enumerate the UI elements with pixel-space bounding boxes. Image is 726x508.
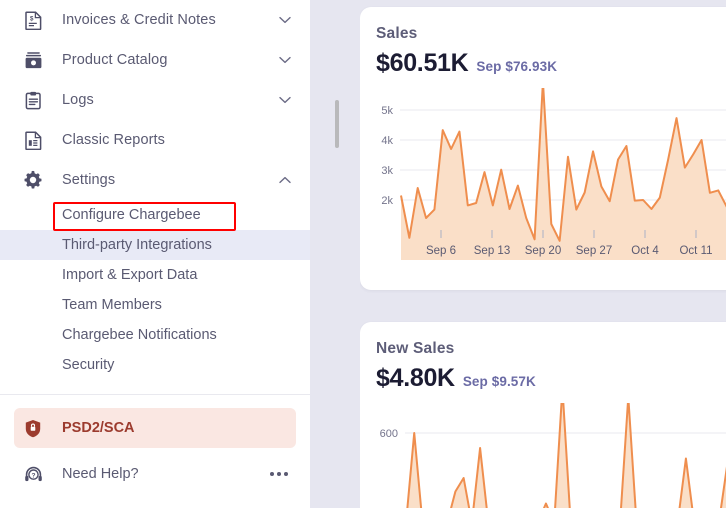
sidebar-item-need-help[interactable]: ? Need Help? [0, 454, 310, 494]
card-sales: Sales $60.51K Sep $76.93K 5k 4k 3k 2k Se… [360, 7, 726, 290]
new-sales-area-chart-svg: 600 [380, 403, 726, 508]
sales-series-area [400, 88, 726, 260]
sidebar-item-label: Invoices & Credit Notes [62, 12, 216, 28]
gear-icon [22, 169, 44, 191]
report-document-icon [22, 129, 44, 151]
sales-area-chart-svg: 5k 4k 3k 2k Sep 6 Sep 13 Sep 20 Sep 27 O… [381, 88, 726, 260]
sidebar-scrollbar-thumb[interactable] [335, 100, 339, 148]
sidebar-subitem-label: Chargebee Notifications [62, 327, 217, 343]
sidebar-subitem-label: Security [62, 357, 115, 373]
sidebar-item-label: Logs [62, 92, 94, 108]
svg-text:$: $ [30, 15, 34, 22]
sidebar-subitem-configure-chargebee[interactable]: Configure Chargebee [0, 200, 310, 230]
sidebar-item-logs[interactable]: Logs [0, 80, 310, 120]
main-content: Sales $60.51K Sep $76.93K 5k 4k 3k 2k Se… [360, 0, 726, 508]
sidebar-subitem-chargebee-notifications[interactable]: Chargebee Notifications [0, 320, 310, 350]
sidebar-item-settings[interactable]: Settings [0, 160, 310, 200]
sidebar-item-product-catalog[interactable]: Product Catalog [0, 40, 310, 80]
y-tick-label: 5k [381, 105, 393, 117]
sidebar-item-invoices-credit-notes[interactable]: $ Invoices & Credit Notes [0, 0, 310, 40]
x-tick-label: Sep 27 [576, 245, 612, 257]
y-tick-label: 3k [381, 165, 393, 177]
chevron-down-icon[interactable] [278, 93, 292, 107]
headset-question-icon: ? [22, 463, 44, 485]
sidebar-nav: $ Invoices & Credit Notes Product Catalo… [0, 0, 310, 380]
new-sales-y-tick-labels: 600 [380, 428, 398, 440]
sales-y-tick-labels: 5k 4k 3k 2k [381, 105, 393, 207]
content-gutter [310, 0, 360, 508]
x-tick-label: Sep 13 [474, 245, 510, 257]
sidebar-item-psd2-sca[interactable]: PSD2/SCA [14, 408, 296, 448]
shield-lock-icon [22, 417, 44, 439]
sales-chart: 5k 4k 3k 2k Sep 6 Sep 13 Sep 20 Sep 27 O… [360, 88, 726, 268]
sidebar-item-label: Classic Reports [62, 132, 166, 148]
clipboard-icon [22, 89, 44, 111]
invoice-document-icon: $ [22, 9, 44, 31]
card-title: New Sales [376, 340, 455, 357]
card-new-sales: New Sales $4.80K Sep $9.57K 600 [360, 322, 726, 508]
ellipsis-icon[interactable] [270, 472, 288, 476]
sidebar-item-label: Settings [62, 172, 116, 188]
product-box-icon [22, 49, 44, 71]
sidebar-subitem-team-members[interactable]: Team Members [0, 290, 310, 320]
card-amount-comparison: Sep $76.93K [476, 59, 558, 74]
chevron-down-icon[interactable] [278, 13, 292, 27]
chevron-down-icon[interactable] [278, 53, 292, 67]
sidebar-subitem-label: Team Members [62, 297, 162, 313]
y-tick-label: 4k [381, 135, 393, 147]
x-tick-label: Oct 11 [679, 245, 712, 257]
card-title: Sales [376, 25, 418, 42]
sidebar-subitem-label: Third-party Integrations [62, 237, 212, 253]
sidebar-subitem-label: Import & Export Data [62, 267, 198, 283]
new-sales-chart: 600 [360, 403, 726, 508]
sidebar-item-label: Product Catalog [62, 52, 168, 68]
x-tick-label: Sep 20 [525, 245, 561, 257]
sidebar-item-label: PSD2/SCA [62, 420, 135, 436]
card-amount-value: $4.80K [376, 364, 455, 392]
sidebar-divider [0, 394, 310, 395]
sidebar-item-classic-reports[interactable]: Classic Reports [0, 120, 310, 160]
new-sales-series-area [406, 403, 726, 508]
sidebar-subitem-label: Configure Chargebee [62, 207, 201, 223]
chevron-up-icon[interactable] [278, 173, 292, 187]
sidebar: $ Invoices & Credit Notes Product Catalo… [0, 0, 310, 508]
x-tick-label: Oct 4 [631, 245, 659, 257]
sidebar-item-label: Need Help? [62, 466, 139, 482]
sidebar-subitem-third-party-integrations[interactable]: Third-party Integrations [0, 230, 310, 260]
sidebar-subitem-security[interactable]: Security [0, 350, 310, 380]
svg-text:?: ? [31, 472, 35, 479]
card-amount-value: $60.51K [376, 49, 469, 77]
card-amount-row: $4.80K Sep $9.57K [376, 364, 726, 393]
y-tick-label: 2k [381, 195, 393, 207]
card-amount-row: $60.51K Sep $76.93K [376, 49, 726, 78]
x-tick-label: Sep 6 [426, 245, 456, 257]
card-amount-comparison: Sep $9.57K [462, 374, 536, 389]
y-tick-label: 600 [380, 428, 398, 440]
sidebar-subitem-import-export-data[interactable]: Import & Export Data [0, 260, 310, 290]
app-root: $ Invoices & Credit Notes Product Catalo… [0, 0, 726, 508]
